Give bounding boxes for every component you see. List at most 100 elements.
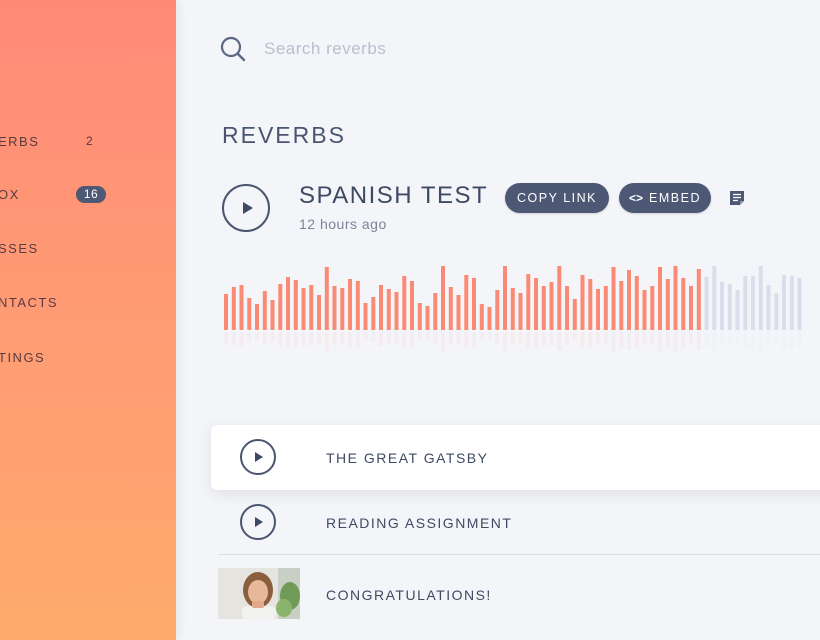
- waveform-reflection: [572, 332, 577, 341]
- waveform-reflection: [751, 332, 755, 348]
- waveform-reflection: [580, 332, 585, 349]
- waveform-bar: [394, 292, 399, 330]
- embed-code-icon: <>: [629, 191, 644, 205]
- waveform-bar: [619, 281, 624, 330]
- list-item-title[interactable]: THE GREAT GATSBY: [326, 450, 488, 466]
- play-button[interactable]: [240, 439, 276, 475]
- waveform-bar: [627, 270, 631, 330]
- waveform-bar: [774, 293, 779, 330]
- waveform-reflection: [410, 332, 414, 347]
- page-title: REVERBS: [222, 122, 346, 148]
- waveform-bar: [379, 285, 383, 330]
- waveform-reflection: [766, 332, 771, 346]
- waveform-bar: [448, 287, 453, 330]
- waveform-bar: [534, 278, 538, 330]
- waveform-bar: [549, 282, 554, 330]
- waveform-reflection: [634, 332, 639, 348]
- waveform-reflection: [596, 332, 600, 344]
- waveform-bar: [580, 275, 585, 330]
- notes-icon[interactable]: [729, 189, 747, 207]
- play-icon: [255, 517, 263, 527]
- waveform-reflection: [588, 332, 593, 347]
- waveform-reflection: [503, 332, 507, 351]
- sidebar-item-settings[interactable]: TINGS: [0, 343, 176, 371]
- waveform-reflection: [332, 332, 337, 345]
- waveform-reflection: [301, 332, 306, 345]
- waveform-bar: [255, 304, 259, 330]
- waveform-reflection: [262, 332, 267, 344]
- sidebar-item-reverbs[interactable]: ERBS 2: [0, 127, 176, 155]
- waveform-bar: [572, 299, 577, 330]
- waveform-bar: [270, 300, 275, 330]
- waveform-bar: [782, 275, 786, 330]
- copy-link-button[interactable]: COPY LINK: [505, 183, 609, 213]
- waveform-reflection: [541, 332, 546, 345]
- waveform-reflection: [441, 332, 445, 351]
- waveform-bar: [410, 281, 414, 330]
- waveform-bar: [317, 295, 321, 330]
- sidebar-item-contacts[interactable]: NTACTS: [0, 288, 176, 316]
- waveform-bar: [278, 284, 283, 330]
- play-button[interactable]: [222, 184, 270, 232]
- embed-button[interactable]: <> EMBED: [619, 183, 711, 213]
- waveform-bar: [332, 286, 337, 330]
- waveform-bar: [665, 279, 670, 330]
- waveform-bar: [472, 278, 476, 330]
- waveform-reflection: [565, 332, 569, 345]
- inbox-count-badge: 16: [76, 185, 106, 203]
- waveform-reflection: [479, 332, 484, 340]
- waveform-bar: [363, 303, 368, 330]
- sidebar-item-label: TINGS: [0, 349, 46, 365]
- waveform-reflection: [495, 332, 500, 344]
- sidebar-item-inbox[interactable]: OX 16: [0, 180, 176, 208]
- waveform-bar: [456, 295, 461, 330]
- waveform-reflection: [433, 332, 438, 343]
- search-bar: [220, 34, 586, 64]
- recording-title: SPANISH TEST: [299, 182, 489, 209]
- waveform-reflection: [487, 332, 492, 339]
- waveform-reflection: [464, 332, 469, 349]
- waveform-reflection: [681, 332, 686, 348]
- waveform-reflection: [735, 332, 740, 344]
- sidebar-item-label: ERBS: [0, 133, 40, 149]
- divider: [218, 554, 820, 555]
- search-icon[interactable]: [220, 36, 246, 62]
- waveform-reflection: [704, 332, 709, 348]
- waveform-reflection: [231, 332, 236, 345]
- waveform-reflection: [363, 332, 368, 340]
- waveform-bar: [371, 297, 376, 330]
- waveform-reflection: [402, 332, 407, 348]
- waveform-reflection: [712, 332, 717, 351]
- waveform-bar: [309, 285, 314, 330]
- waveform-bar: [673, 266, 678, 330]
- person-photo: [218, 568, 300, 619]
- waveform-reflection: [642, 332, 647, 344]
- waveform-bar: [642, 290, 647, 330]
- video-thumbnail[interactable]: [218, 568, 300, 619]
- waveform-bar: [696, 269, 701, 330]
- waveform-reflection: [727, 332, 732, 346]
- search-input[interactable]: [262, 38, 586, 60]
- waveform-bar: [658, 267, 662, 330]
- waveform-reflection: [658, 332, 662, 351]
- play-icon: [242, 202, 253, 214]
- waveform-reflection: [510, 332, 515, 345]
- waveform-bar: [712, 266, 717, 330]
- waveform-bar: [603, 286, 608, 330]
- sidebar-item-count: 2: [86, 134, 94, 148]
- waveform-bar: [286, 277, 290, 330]
- list-item-highlighted[interactable]: [211, 425, 820, 490]
- waveform-bar: [650, 286, 655, 330]
- play-button[interactable]: [240, 504, 276, 540]
- sidebar-item-label: SSES: [0, 240, 39, 256]
- list-item-title[interactable]: CONGRATULATIONS!: [326, 587, 492, 603]
- waveform-bar: [348, 279, 352, 330]
- waveform-reflection: [309, 332, 314, 346]
- sidebar-item-classes[interactable]: SSES: [0, 234, 176, 262]
- waveform-bar: [386, 289, 391, 330]
- waveform-reflection: [789, 332, 794, 348]
- waveform-bar: [751, 276, 755, 330]
- waveform-bar: [495, 290, 500, 330]
- waveform-bar: [634, 276, 639, 330]
- list-item-title[interactable]: READING ASSIGNMENT: [326, 515, 512, 531]
